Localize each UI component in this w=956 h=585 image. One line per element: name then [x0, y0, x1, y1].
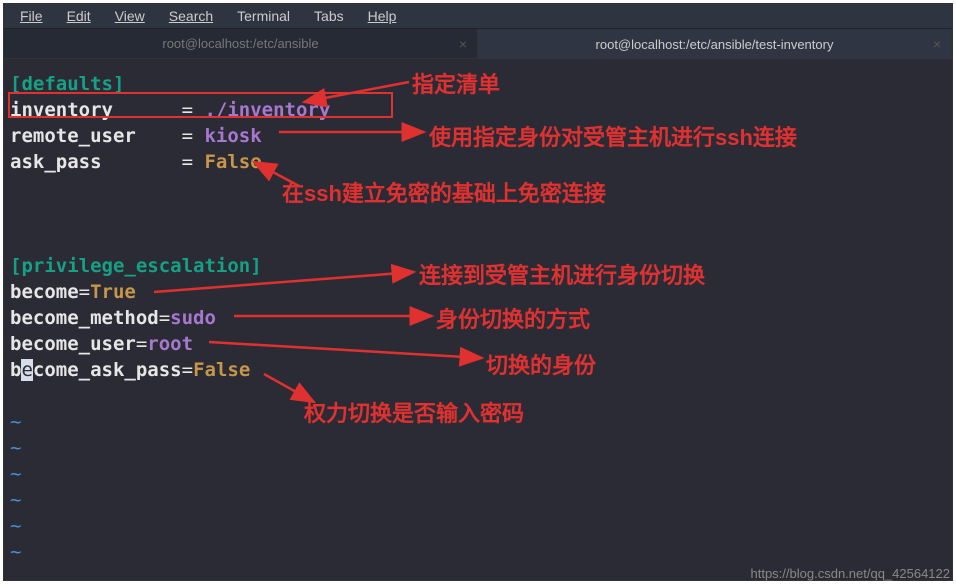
cfg-key: become_user [10, 333, 136, 355]
menu-terminal[interactable]: Terminal [227, 6, 300, 26]
annotation-text: 使用指定身份对受管主机进行ssh连接 [429, 120, 797, 152]
tab-title: root@localhost:/etc/ansible/test-invento… [596, 37, 834, 52]
cfg-key: become [10, 281, 79, 303]
annotation-text: 连接到受管主机进行身份切换 [419, 258, 705, 290]
menu-help[interactable]: Help [358, 6, 407, 26]
terminal-window: File Edit View Search Terminal Tabs Help… [3, 3, 953, 581]
menu-label: Edit [67, 8, 91, 24]
tab-title: root@localhost:/etc/ansible [162, 36, 318, 51]
menu-file[interactable]: File [10, 6, 53, 26]
cfg-value: root [147, 333, 193, 355]
cfg-key: remote_user [10, 125, 136, 147]
menu-label: Tabs [314, 8, 344, 24]
menubar: File Edit View Search Terminal Tabs Help [4, 4, 952, 29]
cfg-value: kiosk [204, 125, 261, 147]
cfg-value: False [193, 359, 250, 381]
menu-label: Search [169, 8, 213, 24]
menu-view[interactable]: View [105, 6, 155, 26]
cfg-value: True [90, 281, 136, 303]
annotation-text: 在ssh建立免密的基础上免密连接 [282, 176, 606, 208]
section-header: [privilege_escalation] [10, 255, 262, 277]
cfg-key: inventory [10, 99, 113, 121]
close-icon[interactable]: × [459, 36, 467, 52]
menu-label: Help [368, 8, 397, 24]
cfg-value: sudo [170, 307, 216, 329]
cfg-key: come_ask_pass [33, 359, 182, 381]
menu-label: File [20, 8, 43, 24]
text-cursor: e [21, 359, 32, 381]
tab-2[interactable]: root@localhost:/etc/ansible/test-invento… [478, 29, 952, 59]
cfg-value: False [204, 151, 261, 173]
annotation-text: 权力切换是否输入密码 [304, 396, 524, 428]
cfg-value: ./inventory [204, 99, 330, 121]
menu-label: Terminal [237, 8, 290, 24]
empty-line-marker: ~ [10, 437, 21, 459]
section-header: [defaults] [10, 73, 124, 95]
menu-tabs[interactable]: Tabs [304, 6, 354, 26]
watermark-text: https://blog.csdn.net/qq_42564122 [751, 566, 951, 581]
tab-1[interactable]: root@localhost:/etc/ansible × [4, 29, 478, 59]
menu-label: View [115, 8, 145, 24]
close-icon[interactable]: × [933, 36, 941, 52]
tab-bar: root@localhost:/etc/ansible × root@local… [4, 29, 952, 59]
menu-edit[interactable]: Edit [57, 6, 101, 26]
empty-line-marker: ~ [10, 411, 21, 433]
cfg-key: b [10, 359, 21, 381]
annotation-text: 身份切换的方式 [436, 302, 590, 334]
annotation-text: 指定清单 [412, 67, 500, 99]
annotation-text: 切换的身份 [486, 348, 596, 380]
cfg-key: become_method [10, 307, 159, 329]
menu-search[interactable]: Search [159, 6, 223, 26]
cfg-key: ask_pass [10, 151, 102, 173]
